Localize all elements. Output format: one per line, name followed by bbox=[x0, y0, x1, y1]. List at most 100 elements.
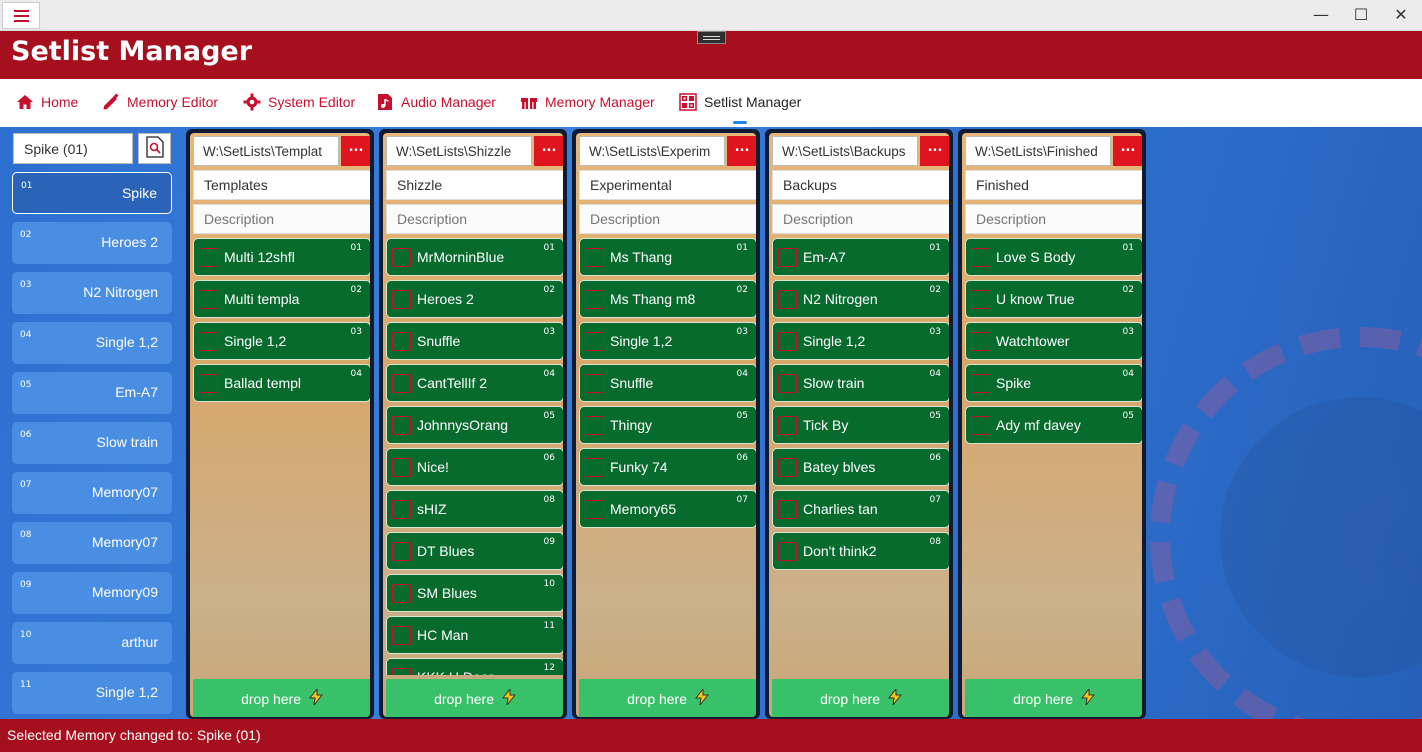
setlist-song-item[interactable]: Don't think2 08 bbox=[772, 532, 949, 570]
song-checkbox[interactable] bbox=[585, 416, 604, 435]
setlist-song-item[interactable]: Em-A7 01 bbox=[772, 238, 949, 276]
memory-list-item[interactable]: 02 Heroes 2 bbox=[12, 222, 172, 264]
nav-memory-editor[interactable]: Memory Editor bbox=[102, 93, 218, 111]
setlist-song-item[interactable]: Batey blves 06 bbox=[772, 448, 949, 486]
song-checkbox[interactable] bbox=[392, 500, 411, 519]
search-button[interactable] bbox=[138, 133, 171, 164]
song-checkbox[interactable] bbox=[778, 416, 797, 435]
setlist-description-field[interactable] bbox=[386, 204, 563, 234]
drop-zone[interactable]: drop here bbox=[579, 679, 756, 717]
setlist-name-field[interactable] bbox=[772, 170, 949, 200]
song-checkbox[interactable] bbox=[585, 374, 604, 393]
setlist-description-field[interactable] bbox=[965, 204, 1142, 234]
setlist-song-item[interactable]: HC Man 11 bbox=[386, 616, 563, 654]
song-checkbox[interactable] bbox=[585, 332, 604, 351]
browse-button[interactable]: ... bbox=[920, 136, 949, 166]
setlist-song-item[interactable]: Slow train 04 bbox=[772, 364, 949, 402]
setlist-description-field[interactable] bbox=[193, 204, 370, 234]
setlist-song-item[interactable]: JohnnysOrang 05 bbox=[386, 406, 563, 444]
song-checkbox[interactable] bbox=[585, 248, 604, 267]
memory-list-item[interactable]: 10 arthur bbox=[12, 622, 172, 664]
setlist-song-item[interactable]: SM Blues 10 bbox=[386, 574, 563, 612]
song-checkbox[interactable] bbox=[971, 332, 990, 351]
memory-list-item[interactable]: 06 Slow train bbox=[12, 422, 172, 464]
song-list[interactable]: Multi 12shfl 01 Multi templa 02 Single 1… bbox=[193, 238, 370, 675]
setlist-song-item[interactable]: Ms Thang m8 02 bbox=[579, 280, 756, 318]
song-checkbox[interactable] bbox=[199, 290, 218, 309]
memory-search-input[interactable] bbox=[13, 133, 133, 164]
song-checkbox[interactable] bbox=[392, 332, 411, 351]
setlist-song-item[interactable]: U know True 02 bbox=[965, 280, 1142, 318]
setlist-song-item[interactable]: KKK H Door 12 bbox=[386, 658, 563, 675]
song-checkbox[interactable] bbox=[778, 500, 797, 519]
setlist-song-item[interactable]: Snuffle 04 bbox=[579, 364, 756, 402]
hamburger-menu-icon[interactable] bbox=[2, 2, 40, 29]
song-checkbox[interactable] bbox=[778, 458, 797, 477]
song-checkbox[interactable] bbox=[971, 248, 990, 267]
song-checkbox[interactable] bbox=[392, 626, 411, 645]
setlist-song-item[interactable]: Nice! 06 bbox=[386, 448, 563, 486]
setlist-song-item[interactable]: DT Blues 09 bbox=[386, 532, 563, 570]
setlist-song-item[interactable]: N2 Nitrogen 02 bbox=[772, 280, 949, 318]
song-checkbox[interactable] bbox=[392, 542, 411, 561]
song-list[interactable]: Em-A7 01 N2 Nitrogen 02 Single 1,2 03 Sl… bbox=[772, 238, 949, 675]
setlist-song-item[interactable]: Charlies tan 07 bbox=[772, 490, 949, 528]
setlist-song-item[interactable]: Love S Body 01 bbox=[965, 238, 1142, 276]
memory-list-item[interactable]: 07 Memory07 bbox=[12, 472, 172, 514]
setlist-song-item[interactable]: Watchtower 03 bbox=[965, 322, 1142, 360]
song-checkbox[interactable] bbox=[778, 248, 797, 267]
song-checkbox[interactable] bbox=[778, 542, 797, 561]
minimize-button[interactable]: — bbox=[1306, 4, 1336, 26]
memory-list-item[interactable]: 03 N2 Nitrogen bbox=[12, 272, 172, 314]
setlist-name-field[interactable] bbox=[965, 170, 1142, 200]
song-checkbox[interactable] bbox=[971, 290, 990, 309]
setlist-song-item[interactable]: Multi 12shfl 01 bbox=[193, 238, 370, 276]
song-checkbox[interactable] bbox=[392, 416, 411, 435]
nav-setlist-manager[interactable]: Setlist Manager bbox=[679, 93, 801, 111]
drag-grip-handle[interactable] bbox=[697, 31, 726, 44]
memory-list-item[interactable]: 04 Single 1,2 bbox=[12, 322, 172, 364]
setlist-name-field[interactable] bbox=[579, 170, 756, 200]
setlist-path-field[interactable] bbox=[579, 136, 725, 166]
song-checkbox[interactable] bbox=[778, 332, 797, 351]
setlist-song-item[interactable]: Memory65 07 bbox=[579, 490, 756, 528]
song-checkbox[interactable] bbox=[199, 248, 218, 267]
close-button[interactable]: ✕ bbox=[1386, 4, 1416, 26]
drop-zone[interactable]: drop here bbox=[965, 679, 1142, 717]
drop-zone[interactable]: drop here bbox=[193, 679, 370, 717]
memory-list-item[interactable]: 05 Em-A7 bbox=[12, 372, 172, 414]
song-checkbox[interactable] bbox=[778, 290, 797, 309]
memory-list-item[interactable]: 08 Memory07 bbox=[12, 522, 172, 564]
setlist-path-field[interactable] bbox=[386, 136, 532, 166]
memory-list-item[interactable]: 09 Memory09 bbox=[12, 572, 172, 614]
setlist-song-item[interactable]: Single 1,2 03 bbox=[579, 322, 756, 360]
drop-zone[interactable]: drop here bbox=[772, 679, 949, 717]
nav-system-editor[interactable]: System Editor bbox=[243, 93, 355, 111]
browse-button[interactable]: ... bbox=[727, 136, 756, 166]
song-checkbox[interactable] bbox=[971, 374, 990, 393]
song-checkbox[interactable] bbox=[585, 290, 604, 309]
setlist-song-item[interactable]: sHIZ 08 bbox=[386, 490, 563, 528]
song-checkbox[interactable] bbox=[392, 248, 411, 267]
setlist-song-item[interactable]: Single 1,2 03 bbox=[193, 322, 370, 360]
song-checkbox[interactable] bbox=[392, 374, 411, 393]
setlist-song-item[interactable]: Heroes 2 02 bbox=[386, 280, 563, 318]
song-checkbox[interactable] bbox=[778, 374, 797, 393]
song-checkbox[interactable] bbox=[392, 584, 411, 603]
song-checkbox[interactable] bbox=[585, 500, 604, 519]
setlist-path-field[interactable] bbox=[965, 136, 1111, 166]
setlist-song-item[interactable]: Snuffle 03 bbox=[386, 322, 563, 360]
song-list[interactable]: Love S Body 01 U know True 02 Watchtower… bbox=[965, 238, 1142, 675]
setlist-description-field[interactable] bbox=[579, 204, 756, 234]
song-list[interactable]: MrMorninBlue 01 Heroes 2 02 Snuffle 03 C… bbox=[386, 238, 563, 675]
song-checkbox[interactable] bbox=[392, 290, 411, 309]
song-checkbox[interactable] bbox=[585, 458, 604, 477]
song-checkbox[interactable] bbox=[392, 668, 411, 675]
song-list[interactable]: Ms Thang 01 Ms Thang m8 02 Single 1,2 03… bbox=[579, 238, 756, 675]
song-checkbox[interactable] bbox=[971, 416, 990, 435]
browse-button[interactable]: ... bbox=[1113, 136, 1142, 166]
song-checkbox[interactable] bbox=[392, 458, 411, 477]
setlist-path-field[interactable] bbox=[772, 136, 918, 166]
setlist-song-item[interactable]: Ms Thang 01 bbox=[579, 238, 756, 276]
setlist-song-item[interactable]: Spike 04 bbox=[965, 364, 1142, 402]
